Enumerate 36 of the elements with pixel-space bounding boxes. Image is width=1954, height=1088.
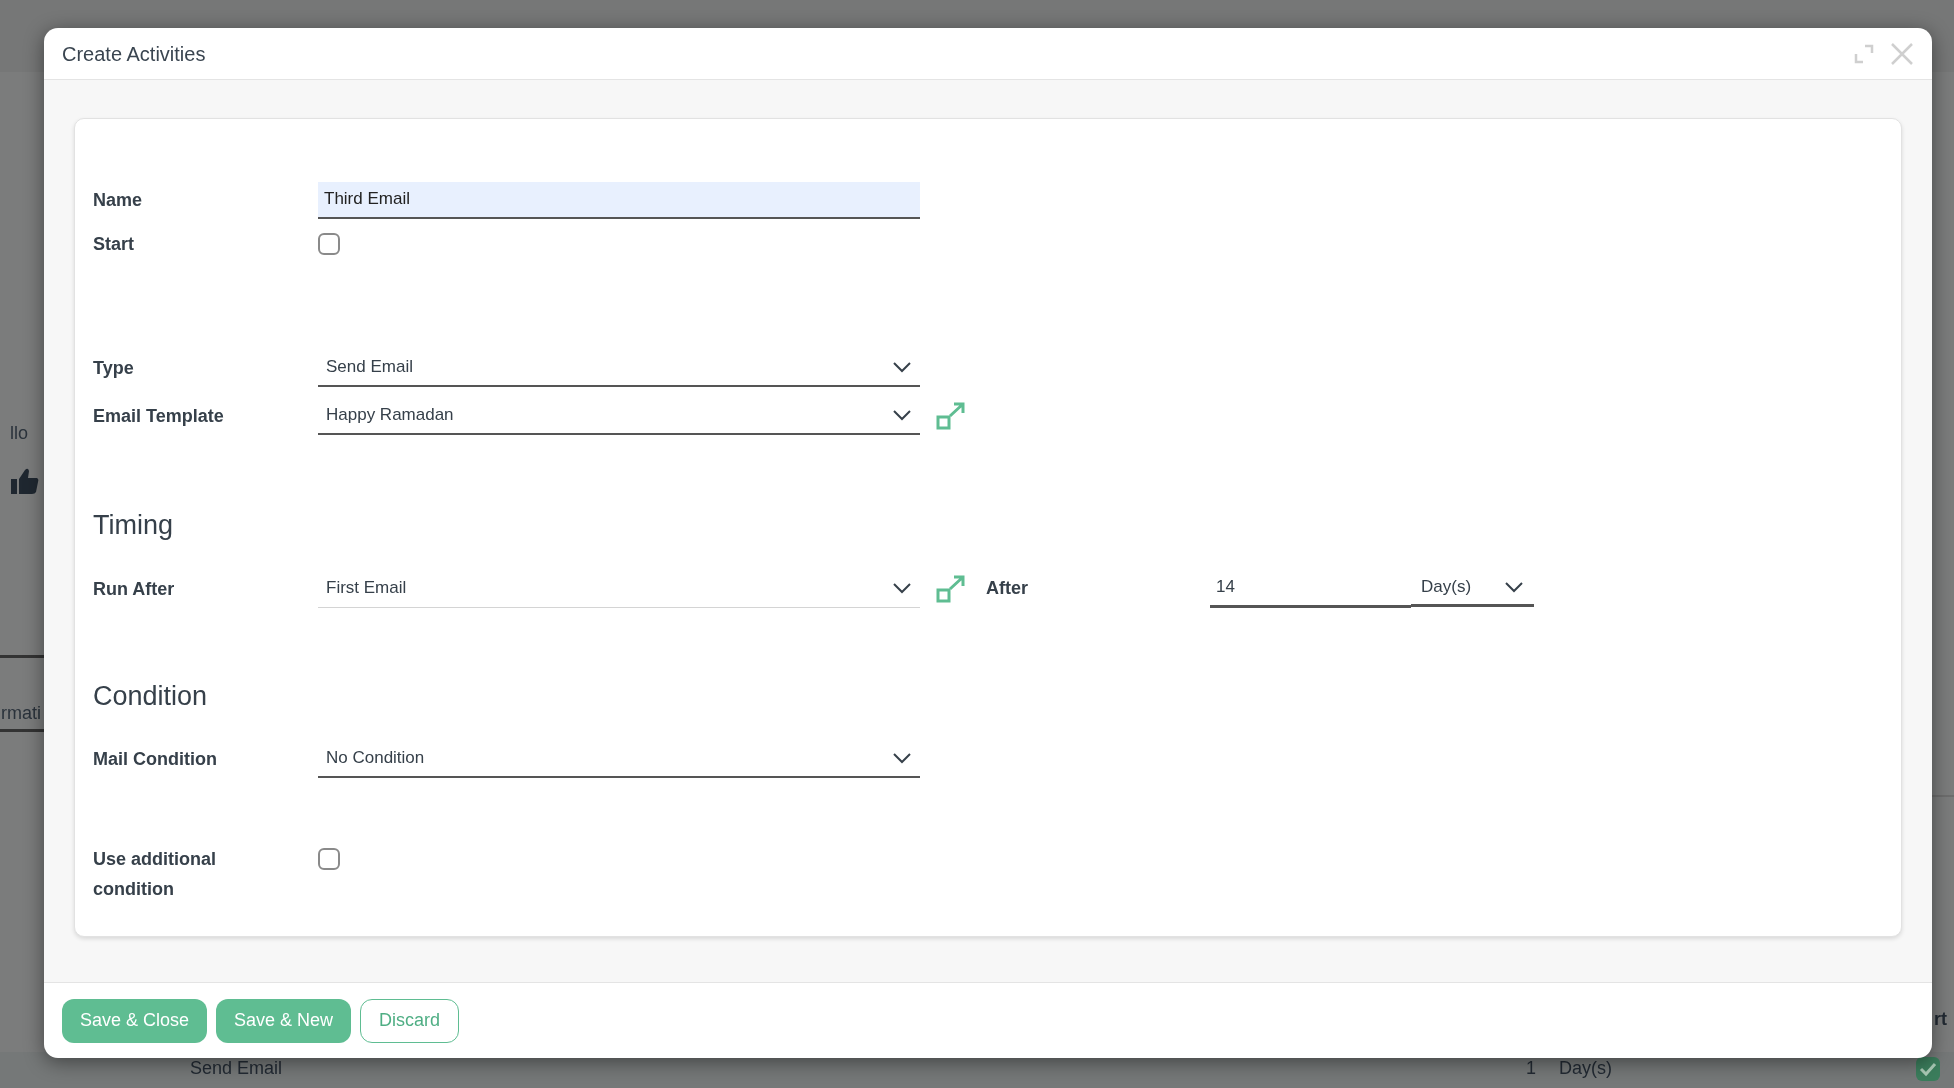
section-heading: Timing	[93, 509, 174, 542]
chevron-down-icon	[1504, 581, 1524, 593]
chevron-down-icon	[892, 409, 912, 421]
dialog-title: Create Activities	[62, 41, 206, 67]
field-label: Mail Condition	[93, 748, 218, 771]
checkbox[interactable]	[318, 848, 340, 870]
field-label: Name	[93, 189, 144, 212]
select-field[interactable]: Send Email	[318, 349, 920, 387]
open-link-icon[interactable]	[936, 401, 966, 431]
section-heading: Condition	[93, 679, 209, 713]
select-field[interactable]: No Condition	[318, 740, 920, 778]
text-field[interactable]: Third Email	[318, 181, 920, 219]
open-link-icon[interactable]	[936, 573, 966, 604]
unit-select[interactable]: Day(s)	[1411, 570, 1534, 607]
background-text: rmati	[1, 702, 41, 725]
thumbs-up-icon	[10, 467, 40, 495]
table-cell-text: Send Email	[190, 1057, 283, 1080]
maximize-icon[interactable]	[1854, 43, 1874, 64]
field-label: Type	[93, 357, 135, 380]
select-field[interactable]: Happy Ramadan	[318, 397, 920, 435]
select-field[interactable]: First Email	[318, 569, 920, 608]
column-header: rt	[1934, 1008, 1947, 1031]
table-cell-text: 1	[1526, 1057, 1536, 1080]
field-label: After	[986, 577, 1029, 600]
field-label: Start	[93, 233, 135, 256]
field-label: Use additional condition	[93, 848, 218, 901]
close-icon[interactable]	[1890, 41, 1914, 66]
field-label: Run After	[93, 577, 176, 601]
table-cell-text: Day(s)	[1559, 1057, 1612, 1080]
chevron-down-icon	[892, 361, 912, 373]
checkbox[interactable]	[318, 233, 340, 255]
chevron-down-icon	[892, 752, 912, 764]
chevron-down-icon	[892, 582, 912, 594]
check-icon	[1916, 1057, 1940, 1081]
field-label: Email Template	[93, 405, 225, 428]
background-text: llo	[10, 422, 28, 445]
